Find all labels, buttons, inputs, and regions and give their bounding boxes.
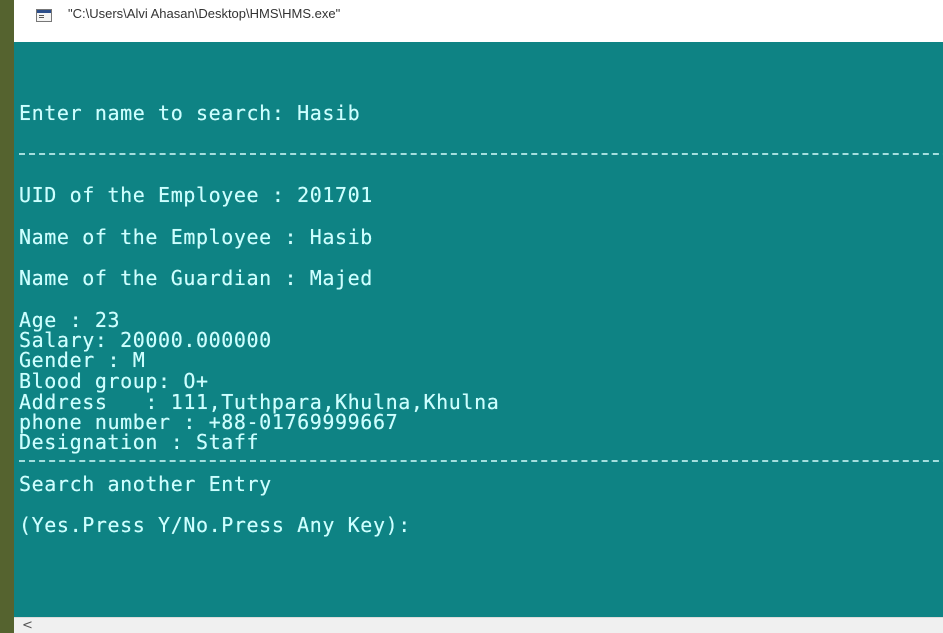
console-app-icon[interactable] — [36, 9, 52, 22]
title-bar[interactable]: "C:\Users\Alvi Ahasan\Desktop\HMS\HMS.ex… — [14, 0, 943, 42]
console-output[interactable]: Enter name to search: Hasib UID of the E… — [14, 42, 943, 617]
separator-line — [19, 153, 943, 155]
console-window[interactable]: "C:\Users\Alvi Ahasan\Desktop\HMS\HMS.ex… — [14, 0, 943, 633]
yes-no-prompt-line: (Yes.Press Y/No.Press Any Key): — [19, 513, 411, 537]
window-title: "C:\Users\Alvi Ahasan\Desktop\HMS\HMS.ex… — [68, 6, 341, 21]
search-another-line: Search another Entry — [19, 472, 272, 496]
employee-name-line: Name of the Employee : Hasib — [19, 225, 373, 249]
gender-line: Gender : M — [19, 348, 146, 372]
designation-line: Designation : Staff — [19, 430, 260, 454]
blood-group-line: Blood group: O+ — [19, 369, 209, 393]
address-line: Address : 111,Tuthpara,Khulna,Khulna — [19, 390, 500, 414]
phone-line: phone number : +88-01769999667 — [19, 410, 399, 434]
salary-line: Salary: 20000.000000 — [19, 328, 272, 352]
guardian-name-line: Name of the Guardian : Majed — [19, 266, 373, 290]
search-prompt-line: Enter name to search: Hasib — [19, 101, 361, 125]
scroll-left-icon[interactable]: < — [22, 619, 33, 633]
age-line: Age : 23 — [19, 308, 121, 332]
horizontal-scrollbar[interactable]: < — [14, 617, 943, 633]
separator-line — [19, 460, 943, 462]
uid-line: UID of the Employee : 201701 — [19, 183, 373, 207]
